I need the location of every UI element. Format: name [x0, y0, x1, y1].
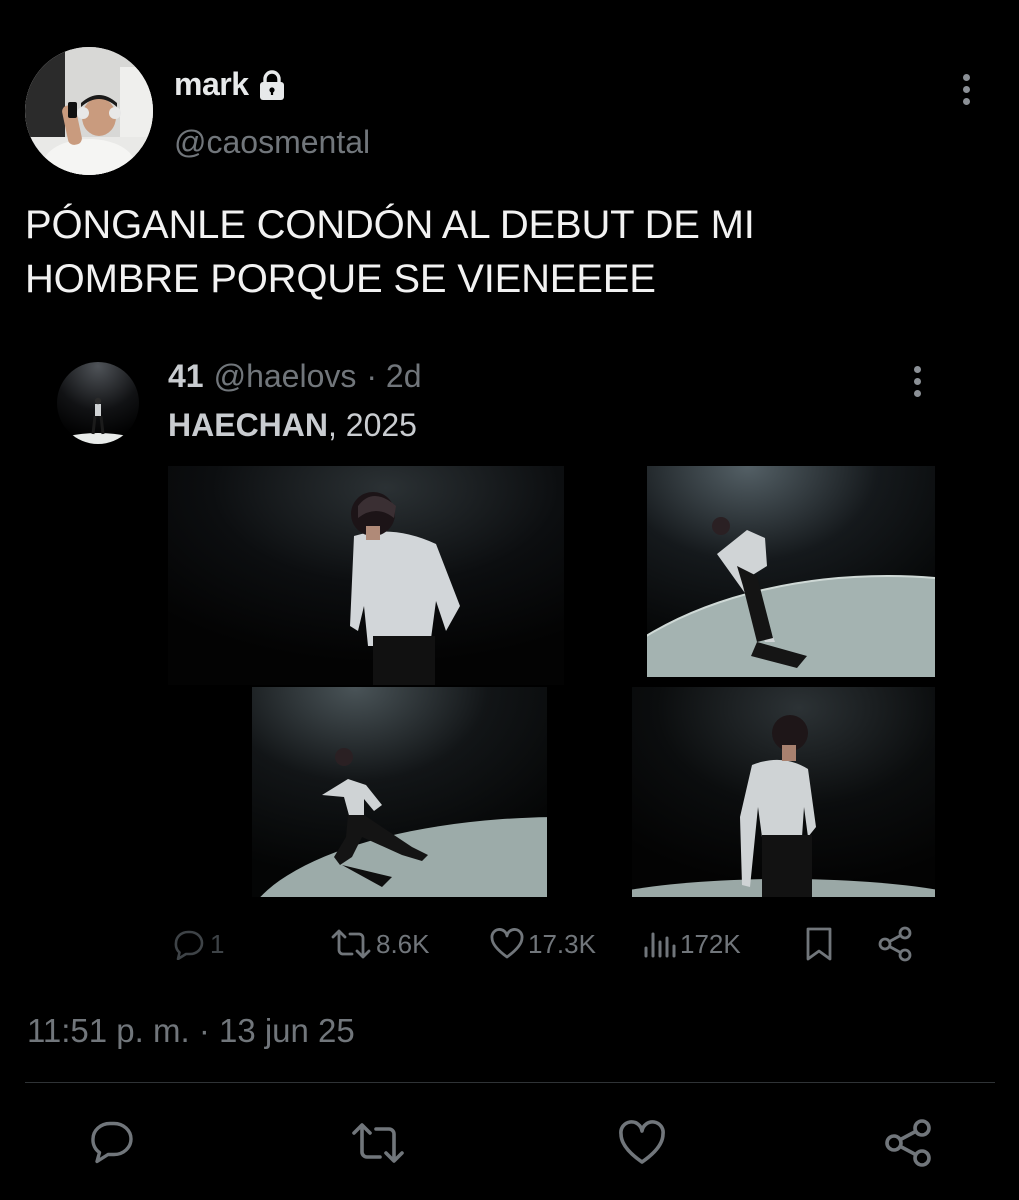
bookmark-icon[interactable]	[803, 926, 835, 962]
quoted-age: · 2d	[366, 358, 422, 394]
reply-button[interactable]	[88, 1118, 136, 1171]
quoted-text-rest: , 2025	[328, 407, 417, 443]
like-action[interactable]: 17.3K	[490, 928, 596, 960]
share-icon	[885, 1119, 931, 1167]
heart-icon	[619, 1120, 665, 1164]
media-image-4[interactable]	[632, 687, 935, 897]
tweet-detail: mark @caosmental PÓNGANLE CONDÓN AL DEBU…	[0, 0, 1019, 1200]
tweet-text: PÓNGANLE CONDÓN AL DEBUT DE MI HOMBRE PO…	[25, 203, 755, 301]
author-name-row[interactable]: mark	[174, 66, 289, 103]
quoted-more-icon[interactable]	[911, 366, 923, 402]
reply-icon	[172, 928, 206, 960]
quoted-author-avatar[interactable]	[57, 362, 139, 444]
views-icon	[642, 928, 676, 960]
views-action[interactable]: 172K	[642, 928, 741, 960]
retweet-action[interactable]: 8.6K	[330, 928, 430, 960]
like-button[interactable]	[618, 1120, 666, 1171]
quoted-text: HAECHAN, 2025	[168, 407, 417, 444]
lock-icon	[255, 68, 289, 102]
retweet-count: 8.6K	[376, 928, 430, 959]
more-vertical-icon[interactable]	[960, 74, 972, 110]
reply-count: 1	[210, 928, 225, 959]
heart-icon	[490, 928, 524, 960]
media-image-2[interactable]	[647, 466, 935, 677]
share-button[interactable]	[882, 1118, 934, 1173]
media-image-3[interactable]	[252, 687, 547, 897]
media-image-1[interactable]	[168, 466, 564, 685]
divider	[25, 1082, 995, 1083]
views-count: 172K	[680, 928, 741, 959]
reply-icon	[91, 1121, 133, 1164]
retweet-icon	[352, 1123, 404, 1163]
author-display-name[interactable]: mark	[174, 66, 249, 103]
retweet-button[interactable]	[350, 1120, 406, 1171]
share-icon[interactable]	[876, 926, 914, 962]
quoted-author-name[interactable]: 41	[168, 358, 204, 395]
like-count: 17.3K	[528, 928, 596, 959]
quoted-text-bold: HAECHAN	[168, 407, 328, 443]
quoted-header[interactable]: 41 @haelovs · 2d	[168, 358, 422, 395]
reply-action[interactable]: 1	[172, 928, 224, 960]
author-handle[interactable]: @caosmental	[174, 124, 370, 161]
author-avatar[interactable]	[25, 47, 153, 175]
quoted-author-handle[interactable]: @haelovs	[214, 358, 357, 395]
tweet-timestamp[interactable]: 11:51 p. m. · 13 jun 25	[27, 1012, 355, 1050]
retweet-icon	[330, 928, 372, 960]
